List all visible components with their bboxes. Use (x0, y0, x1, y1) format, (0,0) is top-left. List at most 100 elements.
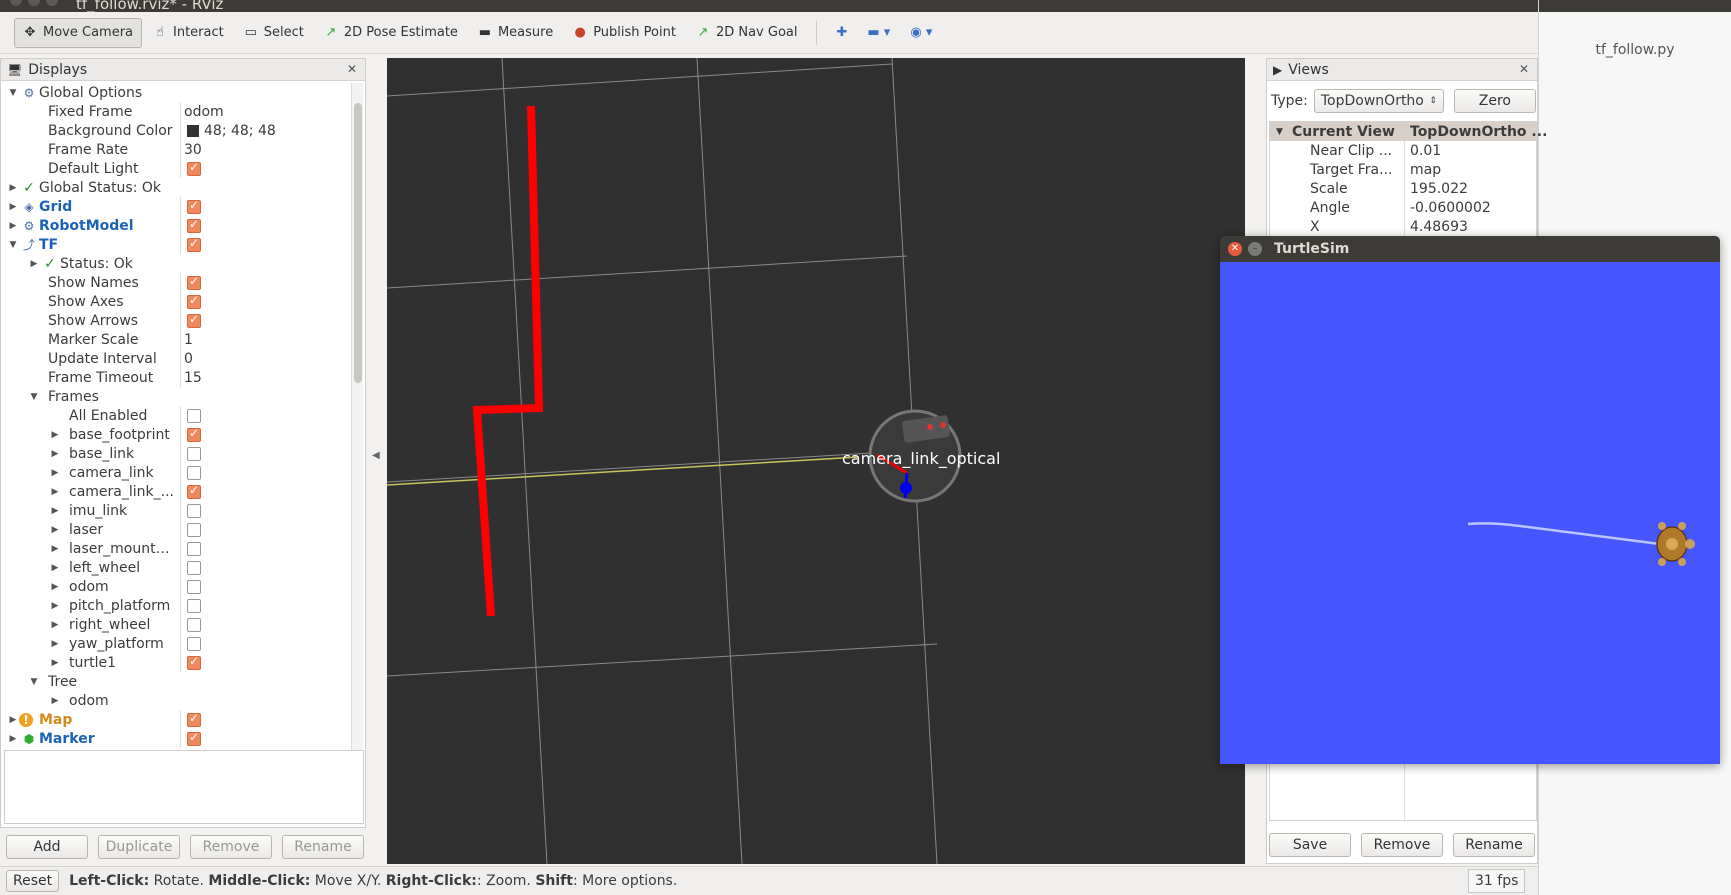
display-row[interactable]: Show Arrows (1, 311, 353, 330)
minimize-icon[interactable]: – (1248, 242, 1262, 256)
display-row-value[interactable] (180, 197, 201, 216)
display-row[interactable]: ▶ ◈ Grid (1, 197, 353, 216)
expand-arrow-icon[interactable]: ▶ (49, 544, 61, 554)
duplicate-button[interactable]: Duplicate (98, 835, 180, 859)
checkbox[interactable] (187, 503, 201, 518)
display-row-value[interactable]: 30 (180, 140, 202, 159)
checkbox[interactable] (187, 465, 201, 480)
expand-arrow-icon[interactable]: ▶ (49, 506, 61, 516)
display-row[interactable]: Marker Scale 1 (1, 330, 353, 349)
expand-arrow-icon[interactable]: ▶ (28, 259, 40, 269)
view-property-row[interactable]: X 4.48693 (1270, 217, 1536, 236)
tool-select[interactable]: ▭ Select (235, 18, 313, 48)
display-row[interactable]: ▶! Map (1, 710, 353, 729)
expand-arrow-icon[interactable]: ▶ (7, 221, 19, 231)
display-row[interactable]: ▶ base_footprint (1, 425, 353, 444)
display-row[interactable]: ▶ laser (1, 520, 353, 539)
expand-arrow-icon[interactable]: ▶ (49, 658, 61, 668)
checkbox[interactable] (187, 560, 201, 575)
close-window-icon[interactable] (10, 0, 22, 6)
close-icon[interactable]: ✕ (1228, 242, 1242, 256)
expand-arrow-icon[interactable]: ▶ (49, 468, 61, 478)
display-row-value[interactable] (180, 710, 201, 729)
turtlesim-title-bar[interactable]: ✕ – TurtleSim (1220, 236, 1720, 262)
display-row[interactable]: ▼ ⚙ Global Options (1, 83, 353, 102)
view-property-row[interactable]: Scale 195.022 (1270, 179, 1536, 198)
view-property-row[interactable]: Target Fra... map (1270, 160, 1536, 179)
tool-publish-point[interactable]: ● Publish Point (564, 18, 685, 48)
checkbox[interactable] (187, 198, 201, 214)
turtlesim-window[interactable]: ✕ – TurtleSim (1220, 236, 1720, 764)
display-row-value[interactable]: 0 (180, 349, 193, 368)
expand-arrow-icon[interactable]: ▶ (7, 715, 19, 725)
display-row-value[interactable] (180, 520, 201, 539)
remove-display-button[interactable]: Remove (190, 835, 272, 859)
checkbox[interactable] (187, 636, 201, 651)
collapse-arrow-icon[interactable]: ▼ (7, 88, 19, 98)
display-row[interactable]: ▶ left_wheel (1, 558, 353, 577)
display-row-value[interactable] (180, 615, 201, 634)
expand-arrow-icon[interactable]: ▶ (49, 430, 61, 440)
reset-button[interactable]: Reset (6, 870, 60, 892)
expand-arrow-icon[interactable]: ▶ (7, 734, 19, 744)
minus-icon[interactable]: ▬ ▾ (858, 18, 899, 48)
expand-arrow-icon[interactable]: ▶ (7, 202, 19, 212)
display-row-value[interactable] (180, 577, 201, 596)
display-row[interactable]: ▶ right_wheel (1, 615, 353, 634)
view-property-row[interactable]: Near Clip ... 0.01 (1270, 141, 1536, 160)
display-row-value[interactable]: 15 (180, 368, 202, 387)
displays-scrollbar[interactable] (351, 83, 363, 801)
save-view-button[interactable]: Save (1269, 833, 1351, 857)
checkbox[interactable] (187, 312, 201, 328)
remove-view-button[interactable]: Remove (1361, 833, 1443, 857)
eye-icon[interactable]: ◉ ▾ (901, 18, 941, 48)
tool-interact[interactable]: ☝ Interact (144, 18, 233, 48)
tool-measure[interactable]: ▬ Measure (469, 18, 562, 48)
display-row[interactable]: Show Names (1, 273, 353, 292)
checkbox[interactable] (187, 160, 201, 176)
collapse-left-icon[interactable]: ◀ (372, 450, 380, 461)
minimize-window-icon[interactable] (28, 0, 40, 6)
display-row[interactable]: ▶ odom (1, 577, 353, 596)
checkbox[interactable] (187, 730, 201, 746)
display-row[interactable]: All Enabled (1, 406, 353, 425)
display-row[interactable]: ▶ ⚙ RobotModel (1, 216, 353, 235)
expand-arrow-icon[interactable]: ▶ (49, 620, 61, 630)
display-row-value[interactable]: odom (180, 102, 224, 121)
display-row[interactable]: ▶ camera_link (1, 463, 353, 482)
tool-2d-nav-goal[interactable]: ↗ 2D Nav Goal (687, 18, 807, 48)
display-row[interactable]: ▼ ⤴ TF (1, 235, 353, 254)
close-icon[interactable]: ✕ (1517, 62, 1531, 76)
display-row-value[interactable] (180, 729, 201, 748)
rename-view-button[interactable]: Rename (1453, 833, 1535, 857)
checkbox[interactable] (187, 217, 201, 233)
checkbox[interactable] (187, 617, 201, 632)
display-row-value[interactable] (180, 235, 201, 254)
current-view-row[interactable]: ▼ Current View TopDownOrtho ... (1270, 122, 1547, 141)
displays-tree[interactable]: ▼ ⚙ Global Options Fixed Frame odom Backgroun… (1, 83, 353, 801)
checkbox[interactable] (187, 408, 201, 423)
display-row[interactable]: ▶ ✓ Status: Ok (1, 254, 353, 273)
maximize-window-icon[interactable] (46, 0, 58, 6)
display-row-value[interactable]: 1 (180, 330, 193, 349)
checkbox[interactable] (187, 579, 201, 594)
zero-button[interactable]: Zero (1453, 89, 1536, 113)
expand-arrow-icon[interactable]: ▶ (49, 582, 61, 592)
collapse-arrow-icon[interactable]: ▼ (28, 677, 40, 687)
checkbox[interactable] (187, 654, 201, 670)
display-row-value[interactable] (180, 482, 201, 501)
display-row-value[interactable] (180, 292, 201, 311)
display-row-value[interactable] (180, 596, 201, 615)
checkbox[interactable] (187, 446, 201, 461)
display-row[interactable]: ▶ imu_link (1, 501, 353, 520)
display-row[interactable]: ▶ ✓ Global Status: Ok (1, 178, 353, 197)
collapse-arrow-icon[interactable]: ▼ (7, 240, 19, 250)
view-type-select[interactable]: TopDownOrtho ⇕ (1313, 89, 1444, 113)
display-row-value[interactable] (180, 558, 201, 577)
display-row-value[interactable] (180, 159, 201, 178)
expand-arrow-icon[interactable]: ▶ (49, 639, 61, 649)
checkbox[interactable] (187, 483, 201, 499)
expand-arrow-icon[interactable]: ▶ (49, 601, 61, 611)
expand-arrow-icon[interactable]: ▶ (7, 183, 19, 193)
checkbox[interactable] (187, 541, 201, 556)
